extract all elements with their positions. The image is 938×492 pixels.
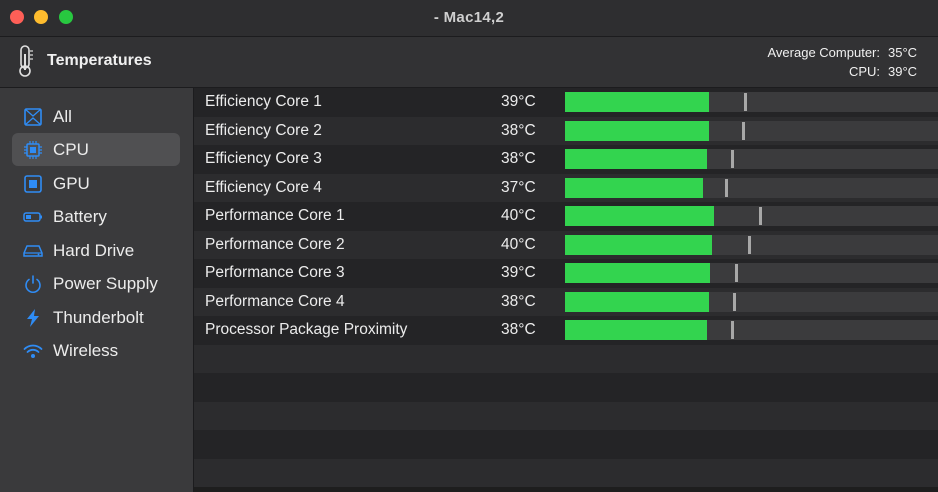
temperature-bar	[565, 291, 938, 312]
temperature-bar-fill	[565, 120, 709, 141]
temperature-bar	[565, 177, 938, 198]
max-temperature-marker	[759, 207, 762, 225]
temperature-bar	[565, 234, 938, 255]
sensor-name: Performance Core 3	[205, 264, 345, 281]
sidebar-item-all[interactable]: All	[12, 100, 180, 133]
temperature-bar	[565, 149, 938, 169]
temperature-bar	[565, 206, 938, 226]
thermometer-icon	[19, 45, 33, 77]
sensor-row[interactable]: Efficiency Core 4 37°C	[194, 173, 938, 202]
window-title: - Mac14,2	[433, 9, 505, 26]
summary-value: 35°C	[888, 45, 918, 60]
sidebar-item-battery[interactable]: Battery	[12, 200, 180, 233]
sensor-temperature: 40°C	[501, 207, 536, 224]
sensor-temperature: 39°C	[501, 93, 536, 110]
sensor-row[interactable]: Efficiency Core 3 38°C	[194, 145, 938, 174]
sidebar-item-power-supply[interactable]: Power Supply	[12, 267, 180, 300]
sidebar-item-label: CPU	[53, 139, 89, 159]
temperature-bar-fill	[565, 291, 709, 312]
sensor-name: Performance Core 1	[205, 207, 345, 224]
sensor-temperature: 37°C	[501, 178, 536, 196]
sensor-row[interactable]: Performance Core 2 40°C	[194, 230, 938, 259]
temperature-bar-fill	[565, 263, 710, 283]
sidebar-item-hard-drive[interactable]: Hard Drive	[12, 234, 180, 267]
thunderbolt-icon	[23, 308, 43, 328]
sensor-temperature: 38°C	[501, 321, 536, 338]
sidebar-item-cpu[interactable]: CPU	[12, 133, 180, 166]
sidebar-item-label: Battery	[53, 206, 107, 226]
max-temperature-marker	[742, 121, 745, 140]
sidebar-item-label: GPU	[53, 173, 90, 193]
sidebar-item-gpu[interactable]: GPU	[12, 167, 180, 200]
sidebar-item-thunderbolt[interactable]: Thunderbolt	[12, 301, 180, 334]
sensor-row[interactable]: Performance Core 1 40°C	[194, 202, 938, 231]
temperature-bar-fill	[565, 92, 709, 112]
sensor-name: Efficiency Core 1	[205, 93, 322, 110]
sensor-name: Efficiency Core 4	[205, 178, 322, 196]
max-temperature-marker	[725, 178, 728, 197]
summary-cpu: CPU: 39°C	[768, 62, 925, 81]
temperature-bar	[565, 263, 938, 283]
temperature-bar	[565, 120, 938, 141]
summary-average: Average Computer: 35°C	[768, 43, 925, 62]
sensor-temperature: 38°C	[501, 150, 536, 167]
sidebar-item-label: All	[53, 106, 72, 126]
title-bar[interactable]: - Mac14,2	[0, 0, 938, 37]
sensor-temperature: 38°C	[501, 292, 536, 310]
sensor-temperature: 39°C	[501, 264, 536, 281]
cpu-icon	[23, 140, 43, 160]
sidebar-item-label: Wireless	[53, 340, 119, 360]
temperature-bar-fill	[565, 234, 712, 255]
sensor-name: Performance Core 4	[205, 292, 345, 310]
sidebar: All CPU GPU Battery Hard Drive Power Sup…	[0, 88, 194, 492]
hard-drive-icon	[23, 241, 43, 261]
temperature-bar-fill	[565, 206, 714, 226]
temperature-summary: Average Computer: 35°C CPU: 39°C	[768, 43, 925, 81]
gpu-icon	[23, 174, 43, 194]
sensor-temperature: 40°C	[501, 235, 536, 253]
max-temperature-marker	[731, 150, 734, 168]
empty-row	[194, 458, 938, 487]
max-temperature-marker	[735, 264, 738, 282]
sensor-name: Efficiency Core 3	[205, 150, 322, 167]
sidebar-item-wireless[interactable]: Wireless	[12, 334, 180, 367]
sensor-row[interactable]: Performance Core 3 39°C	[194, 259, 938, 288]
wireless-icon	[23, 341, 43, 361]
empty-row	[194, 401, 938, 430]
empty-row	[194, 344, 938, 373]
sensor-row[interactable]: Processor Package Proximity 38°C	[194, 316, 938, 345]
temperature-bar	[565, 320, 938, 340]
empty-row	[194, 373, 938, 402]
all-icon	[23, 107, 43, 127]
max-temperature-marker	[744, 93, 747, 111]
summary-label: CPU:	[848, 64, 880, 79]
summary-value: 39°C	[888, 64, 918, 79]
summary-label: Average Computer:	[767, 45, 881, 60]
sensor-row[interactable]: Performance Core 4 38°C	[194, 287, 938, 316]
temperature-bar-fill	[565, 320, 707, 340]
sensor-name: Processor Package Proximity	[205, 321, 408, 338]
max-temperature-marker	[731, 321, 734, 339]
power-icon	[23, 274, 43, 294]
temperature-bar-fill	[565, 149, 707, 169]
page-title: Temperatures	[47, 52, 152, 69]
battery-icon	[23, 207, 43, 227]
section-header: Temperatures Average Computer: 35°C CPU:…	[0, 37, 938, 88]
max-temperature-marker	[748, 235, 751, 254]
empty-row	[194, 430, 938, 459]
sensor-temperature: 38°C	[501, 121, 536, 139]
sensor-table: Efficiency Core 1 39°C Efficiency Core 2 38…	[194, 88, 938, 492]
sensor-name: Efficiency Core 2	[205, 121, 322, 139]
max-temperature-marker	[733, 292, 736, 311]
temperature-bar	[565, 92, 938, 112]
temperature-bar-fill	[565, 177, 703, 198]
sidebar-item-label: Thunderbolt	[53, 307, 144, 327]
sensor-name: Performance Core 2	[205, 235, 345, 253]
sensor-row[interactable]: Efficiency Core 1 39°C	[194, 88, 938, 117]
sidebar-item-label: Hard Drive	[53, 240, 135, 260]
sensor-row[interactable]: Efficiency Core 2 38°C	[194, 116, 938, 145]
sidebar-item-label: Power Supply	[53, 273, 158, 293]
